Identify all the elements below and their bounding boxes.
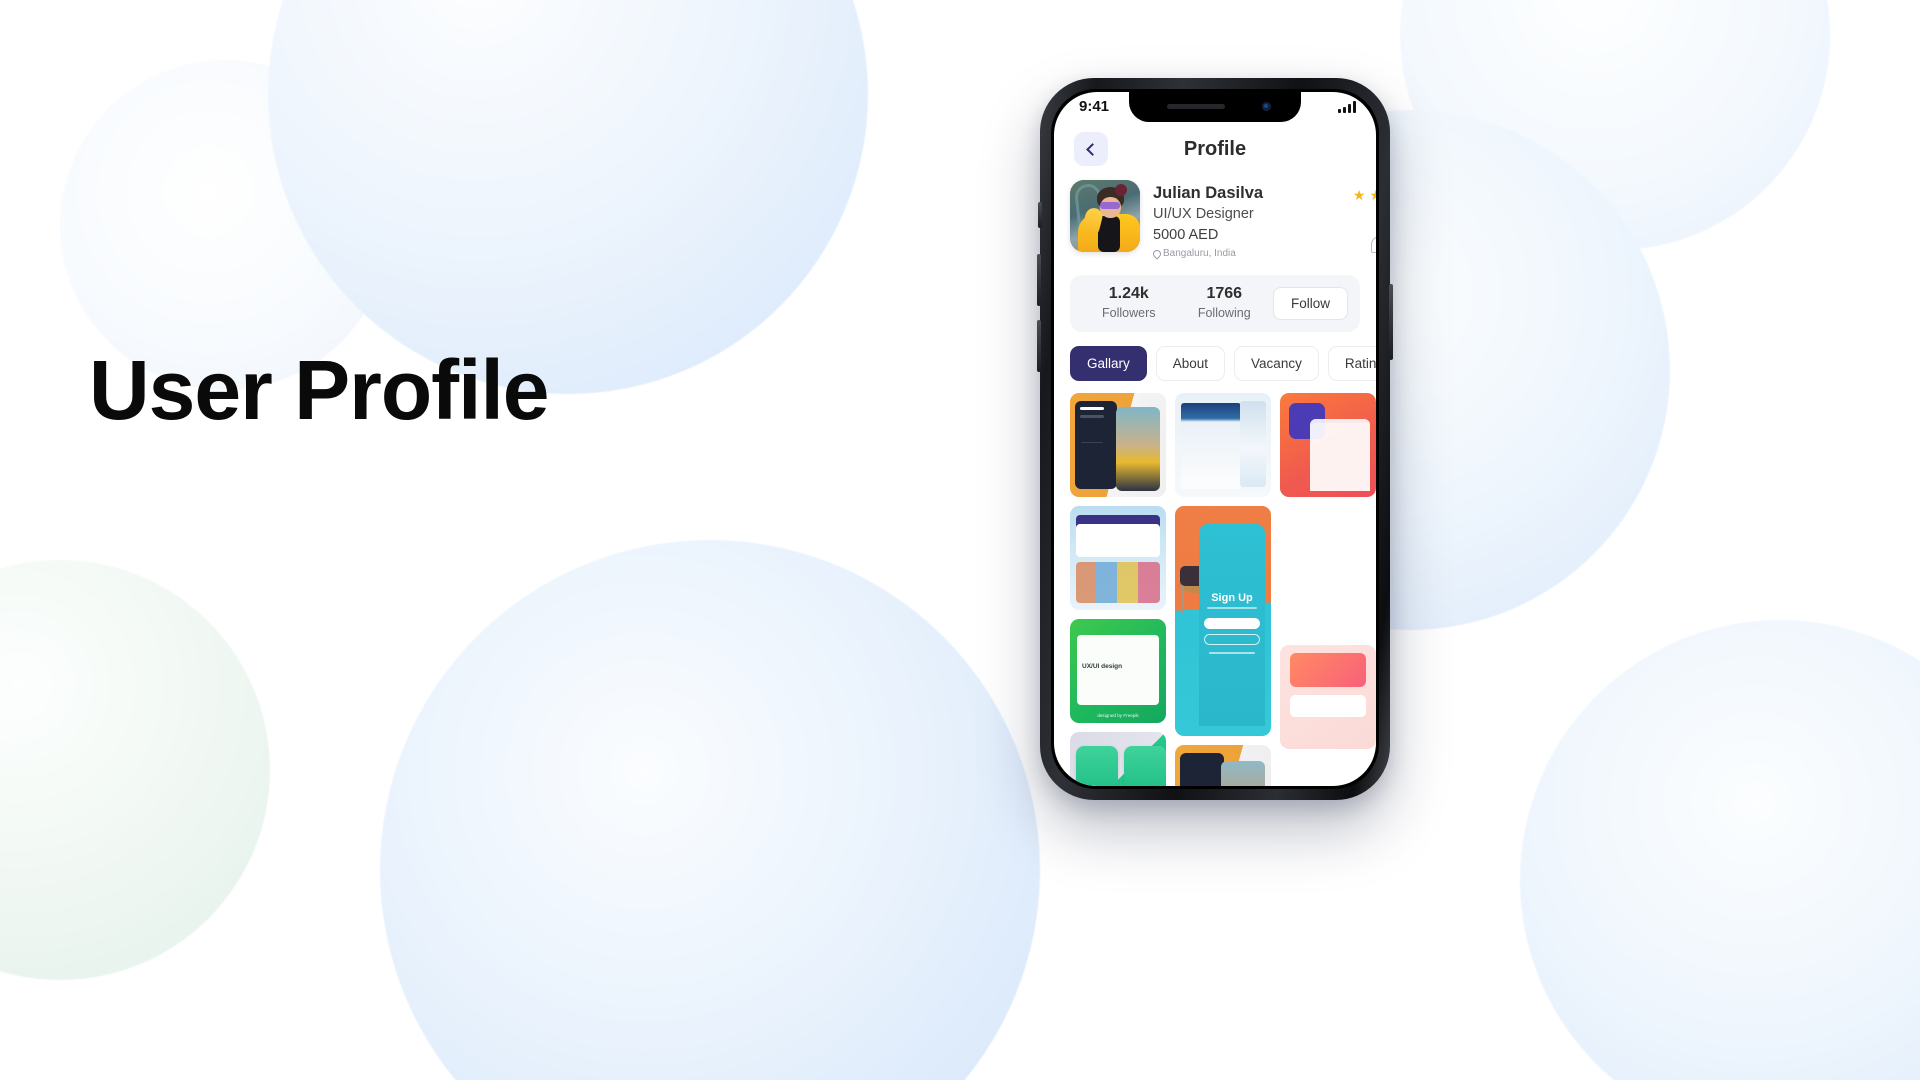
profile-location: Bangaluru, India (1151, 248, 1263, 260)
background-blob (268, 0, 868, 394)
gallery-column (1280, 392, 1376, 786)
volume-down-button (1037, 320, 1041, 372)
phone-mockup: 9:41 Profile Julian Dasilva UI/UX Design… (1037, 78, 1393, 800)
gallery-item-wallet-app[interactable] (1070, 731, 1166, 786)
gallery-item-stories-feed[interactable] (1175, 744, 1271, 786)
followers-label: Followers (1102, 306, 1156, 321)
back-button[interactable] (1074, 132, 1108, 166)
chevron-left-icon (1086, 142, 1099, 156)
profile-role: UI/UX Designer (1153, 206, 1254, 223)
follow-button[interactable]: Follow (1273, 286, 1349, 320)
signal-bars-icon (1338, 100, 1356, 113)
gallery-item-caption: Sign Up (1211, 591, 1253, 604)
gallery-item-footer: designed by Freepik (1097, 712, 1139, 718)
profile-location-label: Bangaluru, India (1163, 248, 1236, 260)
following-label: Following (1197, 306, 1251, 321)
star-icon: ★ (1352, 187, 1366, 203)
background-blob (0, 560, 270, 980)
mute-switch (1038, 202, 1042, 228)
map-pin-icon (1151, 248, 1163, 260)
profile-salary: 5000 AED (1153, 227, 1219, 244)
tab-bar: Gallary About Vacancy Rating (1054, 332, 1376, 393)
gallery-item-stories-app[interactable] (1070, 392, 1166, 497)
following-stat[interactable]: 1766 Following (1178, 284, 1272, 322)
gallery-item-pink-card-app[interactable] (1280, 644, 1376, 749)
gallery-item-travel-dashboard[interactable] (1070, 505, 1166, 610)
phone-frame: 9:41 Profile Julian Dasilva UI/UX Design… (1037, 78, 1393, 800)
gallery-item-corporate-website[interactable] (1175, 392, 1271, 497)
gallery-grid: UX/UI design designed by Freepik Sign Up (1054, 392, 1376, 786)
phone-bezel: 9:41 Profile Julian Dasilva UI/UX Design… (1051, 89, 1379, 789)
chat-bubble-icon[interactable] (1371, 236, 1376, 253)
background-blob (1520, 620, 1920, 1080)
gallery-item-caption: UX/UI design (1082, 662, 1123, 670)
gallery-column: Sign Up (1175, 392, 1271, 786)
volume-up-button (1037, 254, 1041, 306)
tab-about[interactable]: About (1155, 345, 1226, 381)
nav-bar: Profile (1054, 122, 1376, 176)
stats-bar: 1.24k Followers 1766 Following Follow (1070, 275, 1360, 332)
profile-name: Julian Dasilva (1153, 184, 1264, 202)
status-bar: 9:41 (1054, 92, 1376, 122)
rating-stars: ★ ★ (1353, 188, 1376, 202)
profile-header: Julian Dasilva UI/UX Designer 5000 AED B… (1054, 176, 1376, 260)
phone-screen: 9:41 Profile Julian Dasilva UI/UX Design… (1054, 92, 1376, 786)
background-blob (380, 540, 1040, 1080)
followers-count: 1.24k (1108, 285, 1149, 303)
tab-rating[interactable]: Rating (1327, 345, 1376, 381)
gallery-item-uxui-design[interactable]: UX/UI design designed by Freepik (1070, 618, 1166, 723)
followers-stat[interactable]: 1.24k Followers (1082, 284, 1176, 322)
background-decoration (0, 0, 1920, 1080)
following-count: 1766 (1206, 285, 1243, 303)
avatar[interactable] (1070, 180, 1140, 252)
page-title: User Profile (89, 343, 550, 437)
power-button (1389, 284, 1393, 360)
gallery-item-orange-mobile-app[interactable] (1280, 392, 1376, 497)
status-time: 9:41 (1079, 98, 1110, 115)
tab-vacancy[interactable]: Vacancy (1234, 345, 1319, 381)
gallery-column: UX/UI design designed by Freepik (1070, 392, 1166, 786)
star-icon: ★ (1369, 187, 1376, 203)
tab-gallary[interactable]: Gallary (1070, 345, 1147, 381)
gallery-item-signup-screen[interactable]: Sign Up (1175, 505, 1271, 736)
profile-info: Julian Dasilva UI/UX Designer 5000 AED B… (1140, 180, 1264, 260)
